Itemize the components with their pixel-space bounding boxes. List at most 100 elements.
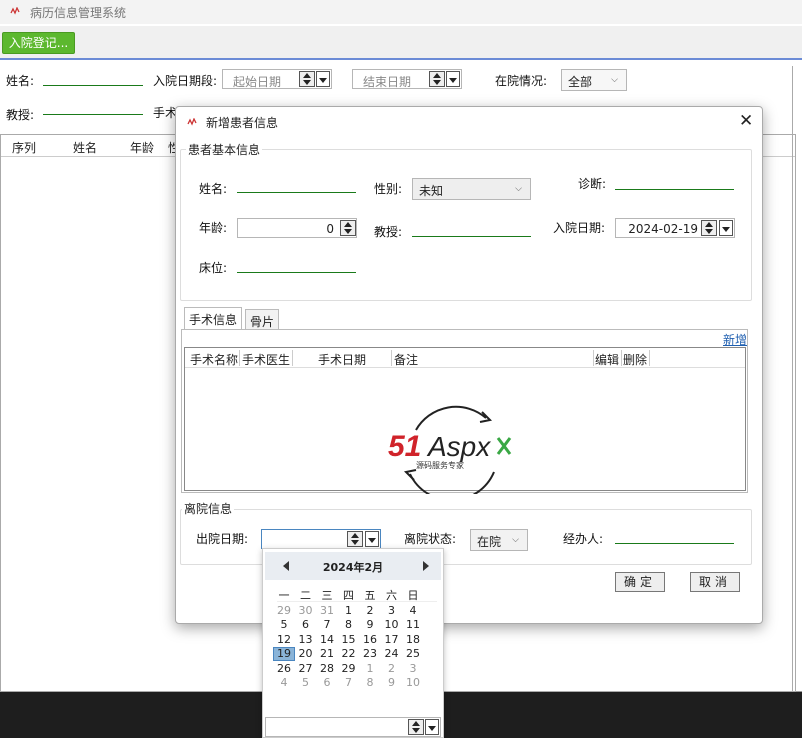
- calendar-day[interactable]: 13: [295, 633, 317, 646]
- calendar-day[interactable]: 28: [316, 662, 338, 675]
- weekday-label: 四: [343, 589, 354, 602]
- calendar-bottom-date-input[interactable]: [265, 717, 441, 737]
- calendar-day[interactable]: 16: [359, 633, 381, 646]
- col-remark[interactable]: 备注: [394, 351, 418, 368]
- calendar-day[interactable]: 2: [381, 662, 403, 675]
- calendar-week-row: 12 13 14 15 16 17 18: [277, 633, 437, 648]
- start-date-spin-icon[interactable]: [299, 71, 315, 87]
- calendar-day[interactable]: 3: [402, 662, 424, 675]
- calendar-day[interactable]: 26: [273, 662, 295, 675]
- calendar-day[interactable]: 31: [316, 604, 338, 617]
- col-delete[interactable]: 删除: [623, 351, 647, 368]
- discharge-date-input[interactable]: [261, 529, 381, 549]
- discharge-date-dropdown-icon[interactable]: [365, 531, 379, 547]
- col-index[interactable]: 序列: [12, 139, 36, 156]
- diagnosis-input[interactable]: [615, 189, 734, 190]
- next-month-icon[interactable]: [423, 561, 429, 571]
- name-input[interactable]: [237, 192, 356, 193]
- calendar-day[interactable]: 6: [295, 618, 317, 631]
- col-edit[interactable]: 编辑: [595, 351, 619, 368]
- calendar-day[interactable]: 20: [295, 647, 317, 660]
- calendar-day[interactable]: 29: [273, 604, 295, 617]
- calendar-day[interactable]: 21: [316, 647, 338, 660]
- column-divider: [391, 350, 392, 366]
- admit-button[interactable]: 入院登记...: [2, 32, 75, 54]
- calendar-day[interactable]: 4: [402, 604, 424, 617]
- column-divider: [621, 350, 622, 366]
- gender-label: 性别:: [374, 182, 403, 196]
- handler-input[interactable]: [615, 543, 734, 544]
- admit-date-value: 2024-02-19: [628, 222, 698, 236]
- start-date-dropdown-icon[interactable]: [316, 71, 330, 87]
- calendar-day[interactable]: 10: [381, 618, 403, 631]
- age-stepper[interactable]: 0: [237, 218, 357, 238]
- calendar-day[interactable]: 6: [316, 676, 338, 689]
- cancel-button[interactable]: 取消: [690, 572, 740, 592]
- calendar-day[interactable]: 5: [295, 676, 317, 689]
- professor-input[interactable]: [412, 236, 531, 237]
- admit-date-spin-icon[interactable]: [701, 220, 717, 236]
- professor-filter-input[interactable]: [43, 114, 143, 115]
- column-divider: [649, 350, 650, 366]
- status-filter-select[interactable]: 全部 ⌵: [561, 69, 627, 91]
- calendar-day[interactable]: 5: [273, 618, 295, 631]
- admit-date-input[interactable]: 2024-02-19: [615, 218, 735, 238]
- calendar-day[interactable]: 3: [381, 604, 403, 617]
- calendar-day[interactable]: 19: [273, 647, 295, 661]
- col-name[interactable]: 姓名: [73, 139, 97, 156]
- calendar-day[interactable]: 1: [359, 662, 381, 675]
- svg-text:51: 51: [388, 430, 421, 463]
- calendar-day[interactable]: 12: [273, 633, 295, 646]
- calendar-day[interactable]: 30: [295, 604, 317, 617]
- calendar-day[interactable]: 1: [338, 604, 360, 617]
- col-surgeon[interactable]: 手术医生: [242, 351, 290, 368]
- gender-select[interactable]: 未知 ⌵: [412, 178, 531, 200]
- calendar-day[interactable]: 27: [295, 662, 317, 675]
- calendar-day[interactable]: 7: [316, 618, 338, 631]
- name-label: 姓名:: [199, 182, 228, 196]
- discharge-status-select[interactable]: 在院 ⌵: [470, 529, 528, 551]
- col-surgery-name[interactable]: 手术名称: [190, 351, 238, 368]
- calendar-day[interactable]: 14: [316, 633, 338, 646]
- ok-button[interactable]: 确定: [615, 572, 665, 592]
- calendar-spin-icon[interactable]: [408, 719, 424, 735]
- close-icon[interactable]: ✕: [739, 111, 753, 131]
- calendar-day[interactable]: 8: [338, 618, 360, 631]
- weekday-label: 日: [407, 589, 419, 602]
- calendar-day[interactable]: 7: [338, 676, 360, 689]
- name-filter-input[interactable]: [43, 85, 143, 86]
- calendar-month: 2024年2月: [322, 561, 384, 574]
- calendar-day[interactable]: 23: [359, 647, 381, 660]
- end-date-dropdown-icon[interactable]: [446, 71, 460, 87]
- calendar-day[interactable]: 9: [381, 676, 403, 689]
- start-date-input[interactable]: 起始日期: [222, 69, 332, 89]
- calendar-day[interactable]: 24: [381, 647, 403, 660]
- calendar-dropdown-icon[interactable]: [425, 719, 439, 735]
- handler-label: 经办人:: [563, 532, 604, 546]
- tab-surgery[interactable]: 手术信息: [184, 307, 243, 330]
- age-spin-icon[interactable]: [340, 220, 356, 236]
- end-date-input[interactable]: 结束日期: [352, 69, 462, 89]
- discharge-date-spin-icon[interactable]: [347, 531, 363, 547]
- col-surgery-date[interactable]: 手术日期: [318, 351, 366, 368]
- status-filter-label: 在院情况:: [495, 74, 548, 88]
- add-surgery-link[interactable]: 新增: [723, 331, 747, 348]
- calendar-day[interactable]: 18: [402, 633, 424, 646]
- calendar-day[interactable]: 9: [359, 618, 381, 631]
- surgery-grid-header: 手术名称 手术医生 手术日期 备注 编辑 删除: [185, 348, 745, 368]
- calendar-day[interactable]: 22: [338, 647, 360, 660]
- calendar-day[interactable]: 2: [359, 604, 381, 617]
- end-date-spin-icon[interactable]: [429, 71, 445, 87]
- calendar-day[interactable]: 15: [338, 633, 360, 646]
- col-age[interactable]: 年龄: [130, 139, 154, 156]
- calendar-day[interactable]: 17: [381, 633, 403, 646]
- bed-input[interactable]: [237, 272, 356, 273]
- calendar-day[interactable]: 25: [402, 647, 424, 660]
- calendar-day[interactable]: 10: [402, 676, 424, 689]
- calendar-day[interactable]: 11: [402, 618, 424, 631]
- calendar-day[interactable]: 29: [338, 662, 360, 675]
- admit-date-dropdown-icon[interactable]: [719, 220, 733, 236]
- tab-bone[interactable]: 骨片: [245, 309, 280, 331]
- calendar-day[interactable]: 8: [359, 676, 381, 689]
- calendar-day[interactable]: 4: [273, 676, 295, 689]
